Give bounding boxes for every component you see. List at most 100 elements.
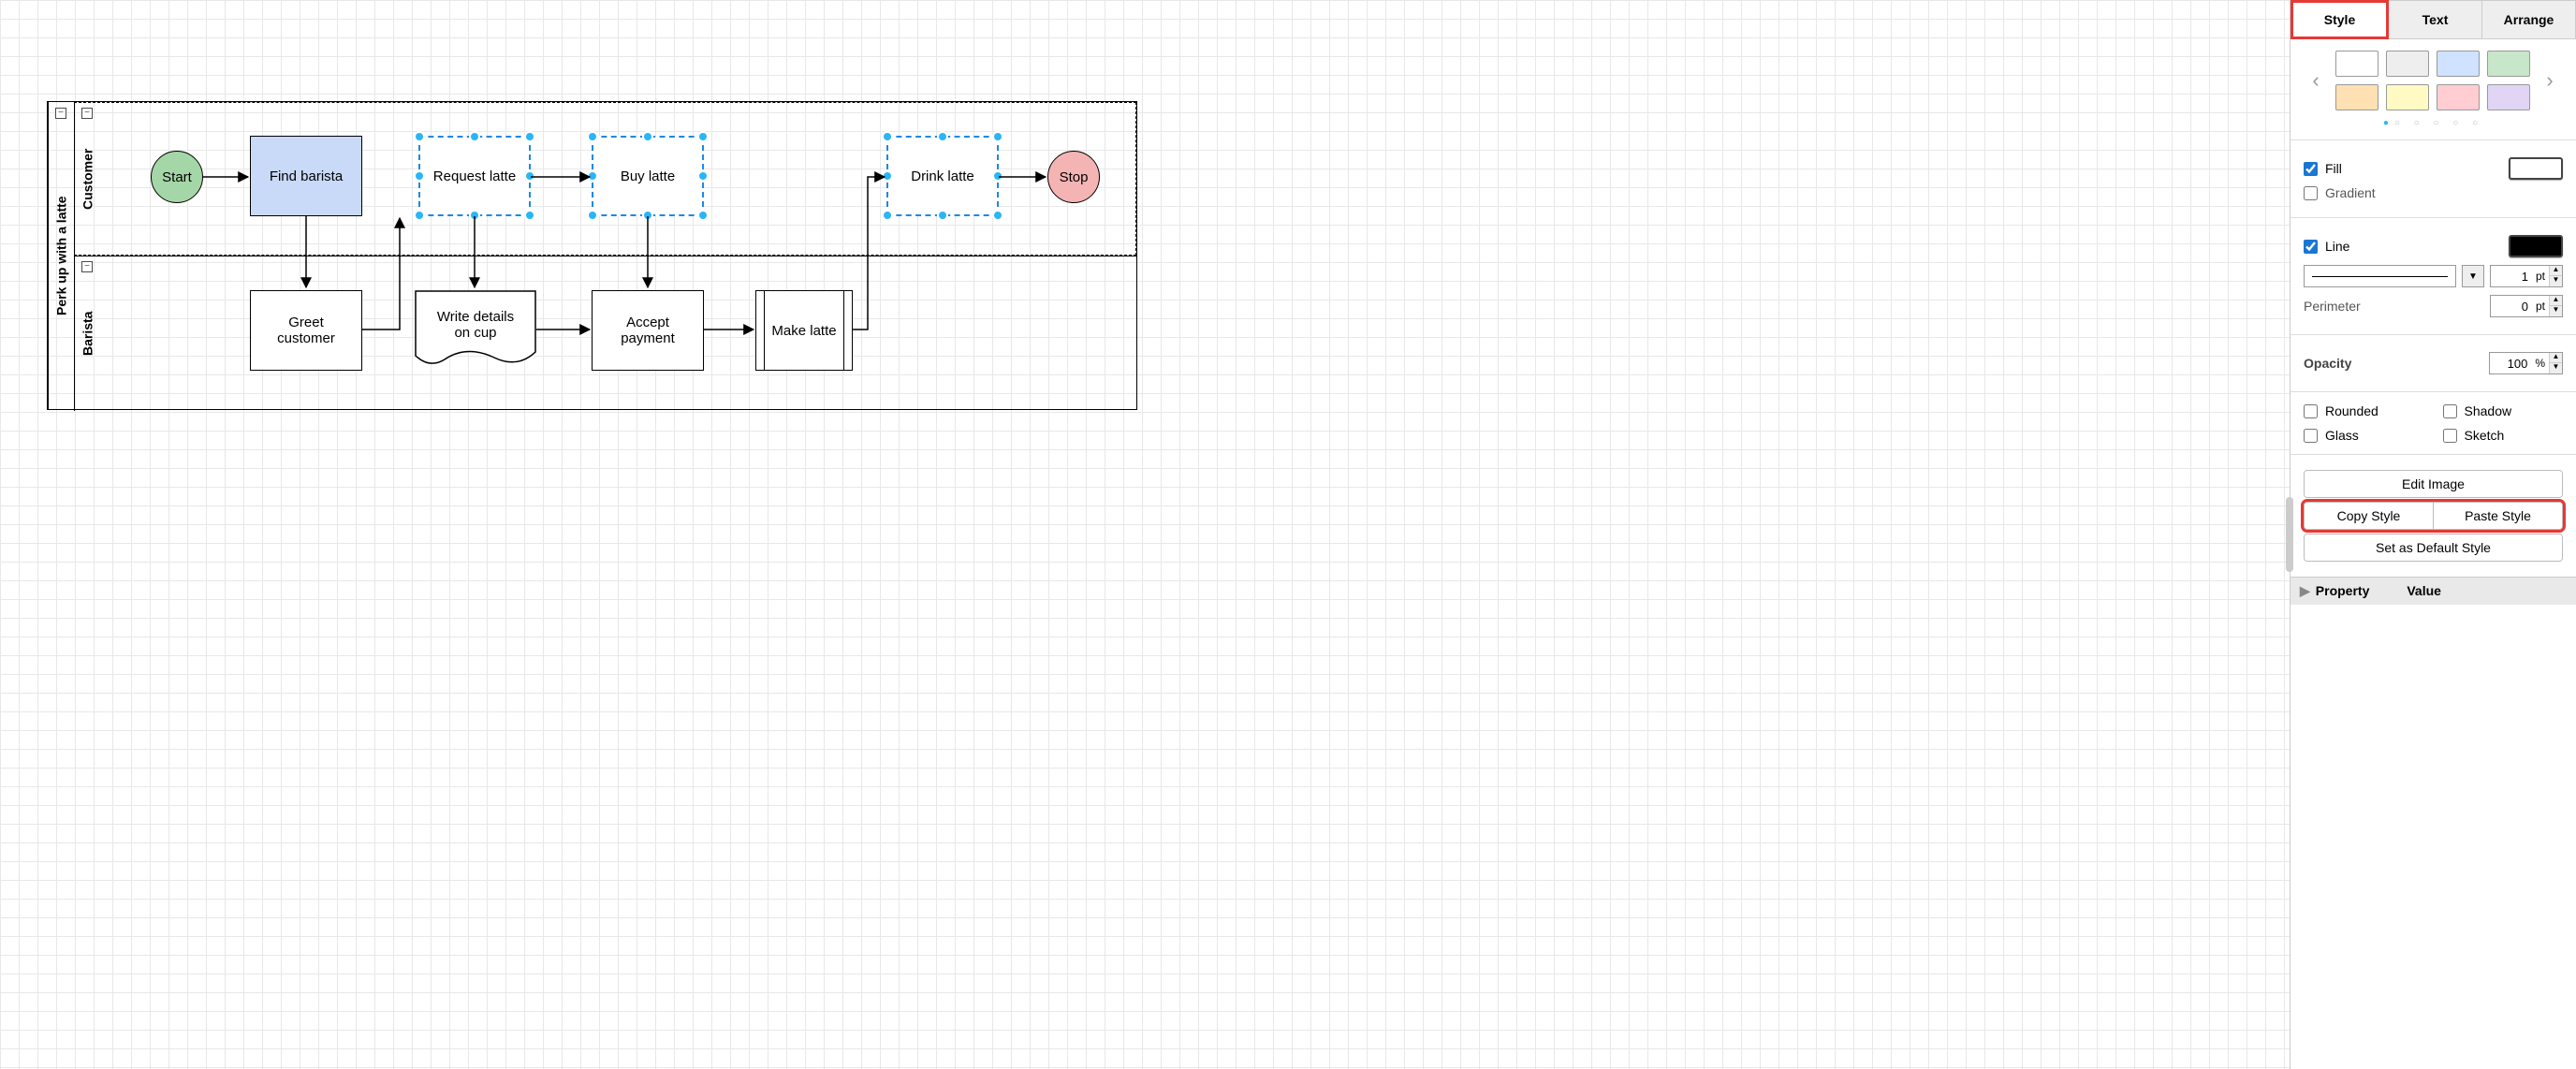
resize-handle[interactable] xyxy=(882,170,893,182)
lane-barista[interactable]: Barista Greet customer Write details on … xyxy=(74,256,1136,411)
swatch-yellow[interactable] xyxy=(2386,84,2429,110)
node-write-details-label: Write details on cup xyxy=(420,290,531,359)
resize-handle[interactable] xyxy=(697,170,709,182)
node-stop[interactable]: Stop xyxy=(1047,151,1100,203)
resize-handle[interactable] xyxy=(937,210,948,221)
node-write-details[interactable]: Write details on cup xyxy=(415,290,536,369)
fill-checkbox-input[interactable] xyxy=(2304,162,2318,176)
resize-handle[interactable] xyxy=(992,170,1003,182)
resize-handle[interactable] xyxy=(469,131,480,142)
rounded-checkbox[interactable]: Rounded xyxy=(2304,403,2424,418)
perimeter-field[interactable] xyxy=(2491,300,2532,314)
resize-handle[interactable] xyxy=(414,210,425,221)
canvas[interactable]: Perk up with a latte Customer Start Find… xyxy=(0,0,2290,1069)
tab-text[interactable]: Text xyxy=(2389,0,2482,39)
node-drink-latte-label: Drink latte xyxy=(911,168,974,184)
node-buy-latte-label: Buy latte xyxy=(621,168,675,184)
resize-handle[interactable] xyxy=(642,210,653,221)
node-start[interactable]: Start xyxy=(151,151,203,203)
line-style-preview[interactable] xyxy=(2304,265,2456,287)
panel-resize-grip[interactable] xyxy=(2286,497,2293,572)
node-find-barista[interactable]: Find barista xyxy=(250,136,362,216)
resize-handle[interactable] xyxy=(587,131,598,142)
node-greet-customer[interactable]: Greet customer xyxy=(250,290,362,371)
resize-handle[interactable] xyxy=(697,210,709,221)
format-panel: Style Text Arrange ‹ › ●○ ○ ○ ○ ○ xyxy=(2290,0,2576,1069)
gradient-checkbox-input[interactable] xyxy=(2304,186,2318,200)
opacity-label: Opacity xyxy=(2304,356,2351,371)
node-request-latte[interactable]: Request latte xyxy=(418,136,531,216)
swatch-white[interactable] xyxy=(2335,51,2378,77)
line-width-unit: pt xyxy=(2532,270,2549,283)
fill-checkbox[interactable]: Fill xyxy=(2304,161,2342,176)
paste-style-button[interactable]: Paste Style xyxy=(2433,503,2562,529)
perimeter-label: Perimeter xyxy=(2304,299,2361,314)
swatch-blue[interactable] xyxy=(2437,51,2480,77)
resize-handle[interactable] xyxy=(524,210,535,221)
sketch-checkbox[interactable]: Sketch xyxy=(2443,428,2564,443)
resize-handle[interactable] xyxy=(882,131,893,142)
collapse-pool-icon[interactable] xyxy=(55,108,66,119)
resize-handle[interactable] xyxy=(469,210,480,221)
resize-handle[interactable] xyxy=(992,210,1003,221)
resize-handle[interactable] xyxy=(524,170,535,182)
line-width-field[interactable] xyxy=(2491,270,2532,284)
tab-style[interactable]: Style xyxy=(2291,0,2389,39)
line-style-dropdown[interactable]: ▼ xyxy=(2462,265,2484,287)
gradient-checkbox[interactable]: Gradient xyxy=(2304,185,2376,200)
lane-customer[interactable]: Customer Start Find barista Request latt… xyxy=(74,102,1136,256)
lane-barista-title[interactable]: Barista xyxy=(74,256,100,411)
set-default-style-button[interactable]: Set as Default Style xyxy=(2305,534,2562,561)
swatch-grey[interactable] xyxy=(2386,51,2429,77)
perimeter-input[interactable]: pt ▲▼ xyxy=(2490,295,2563,317)
line-label: Line xyxy=(2325,239,2349,254)
node-make-latte[interactable]: Make latte xyxy=(755,290,853,371)
resize-handle[interactable] xyxy=(697,131,709,142)
swatch-pink[interactable] xyxy=(2437,84,2480,110)
line-checkbox-input[interactable] xyxy=(2304,240,2318,254)
resize-handle[interactable] xyxy=(642,131,653,142)
opacity-input[interactable]: % ▲▼ xyxy=(2489,352,2563,374)
property-header[interactable]: ▶Property Value xyxy=(2291,577,2576,605)
line-checkbox[interactable]: Line xyxy=(2304,239,2349,254)
swatch-section: ‹ › ●○ ○ ○ ○ ○ xyxy=(2291,39,2576,140)
glass-checkbox[interactable]: Glass xyxy=(2304,428,2424,443)
node-buy-latte[interactable]: Buy latte xyxy=(592,136,704,216)
pool-title[interactable]: Perk up with a latte xyxy=(48,102,74,409)
disclosure-triangle-icon[interactable]: ▶ xyxy=(2300,583,2310,598)
tab-arrange[interactable]: Arrange xyxy=(2482,0,2576,39)
resize-handle[interactable] xyxy=(587,210,598,221)
step-down[interactable]: ▼ xyxy=(2550,363,2562,373)
node-accept-payment[interactable]: Accept payment xyxy=(592,290,704,371)
resize-handle[interactable] xyxy=(992,131,1003,142)
fill-label: Fill xyxy=(2325,161,2342,176)
fill-color-well[interactable] xyxy=(2509,157,2563,180)
resize-handle[interactable] xyxy=(414,131,425,142)
gradient-label: Gradient xyxy=(2325,185,2376,200)
lane-customer-title[interactable]: Customer xyxy=(74,102,100,256)
perimeter-unit: pt xyxy=(2532,300,2549,313)
resize-handle[interactable] xyxy=(587,170,598,182)
resize-handle[interactable] xyxy=(937,131,948,142)
step-down[interactable]: ▼ xyxy=(2550,276,2562,286)
resize-handle[interactable] xyxy=(414,170,425,182)
resize-handle[interactable] xyxy=(882,210,893,221)
shadow-checkbox[interactable]: Shadow xyxy=(2443,403,2564,418)
opacity-field[interactable] xyxy=(2490,357,2531,371)
copy-style-button[interactable]: Copy Style xyxy=(2305,503,2433,529)
swatch-next-button[interactable]: › xyxy=(2538,68,2562,93)
line-color-well[interactable] xyxy=(2509,235,2563,257)
line-width-input[interactable]: pt ▲▼ xyxy=(2490,265,2563,287)
swatch-orange[interactable] xyxy=(2335,84,2378,110)
panel-tabs: Style Text Arrange xyxy=(2291,0,2576,39)
node-make-latte-label: Make latte xyxy=(771,323,836,339)
edit-image-button[interactable]: Edit Image xyxy=(2305,471,2562,497)
swatch-prev-button[interactable]: ‹ xyxy=(2304,68,2328,93)
node-request-latte-label: Request latte xyxy=(433,168,516,184)
resize-handle[interactable] xyxy=(524,131,535,142)
swatch-green[interactable] xyxy=(2487,51,2530,77)
step-down[interactable]: ▼ xyxy=(2550,306,2562,316)
node-drink-latte[interactable]: Drink latte xyxy=(886,136,999,216)
swatch-purple[interactable] xyxy=(2487,84,2530,110)
swimlane-pool[interactable]: Perk up with a latte Customer Start Find… xyxy=(47,101,1137,410)
